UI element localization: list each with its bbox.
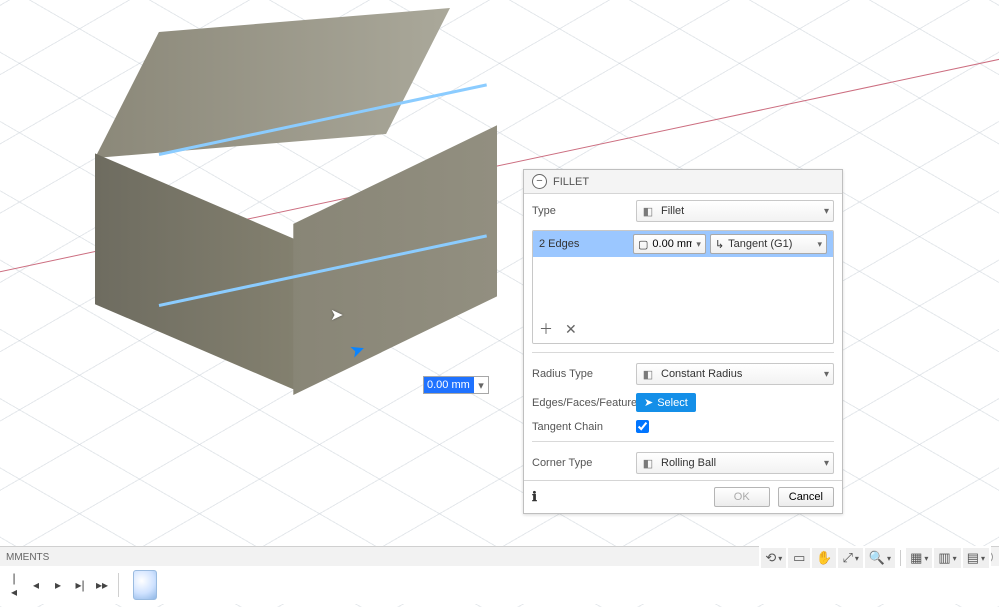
continuity-dropdown[interactable]: ↳ Tangent (G1) ▾ xyxy=(710,234,827,254)
type-value: Fillet xyxy=(661,205,818,217)
dimension-dropdown-icon[interactable]: ▾ xyxy=(474,379,488,392)
add-selection-button[interactable]: ＋ xyxy=(539,319,553,339)
chevron-down-icon: ▾ xyxy=(824,206,829,217)
row-type: Type ◧ Fillet ▾ xyxy=(532,200,834,222)
row-edges-faces: Edges/Faces/Features ➤ Select xyxy=(532,393,834,412)
pointer-icon: ➤ xyxy=(644,396,653,409)
cube-icon: ▢ xyxy=(638,238,648,251)
display-settings-button[interactable]: ▦▾ xyxy=(906,548,932,568)
viewport-layout-button[interactable]: ▤▾ xyxy=(963,548,989,568)
view-toolbar: ⟲▾ ▭ ✋ ⤢▾ 🔍▾ ▦▾ ▥▾ ▤▾ xyxy=(759,546,991,570)
face-top[interactable] xyxy=(95,8,450,158)
select-button[interactable]: ➤ Select xyxy=(636,393,696,412)
cancel-button[interactable]: Cancel xyxy=(778,487,834,507)
radius-input[interactable]: ▢ ▾ xyxy=(633,234,706,254)
label-tangent-chain: Tangent Chain xyxy=(532,421,628,433)
model-box[interactable] xyxy=(40,0,500,400)
divider xyxy=(532,441,834,442)
row-corner-type: Corner Type ◧ Rolling Ball ▾ xyxy=(532,452,834,474)
corner-type-dropdown[interactable]: ◧ Rolling Ball ▾ xyxy=(636,452,834,474)
dialog-title: FILLET xyxy=(553,176,589,188)
face-left[interactable] xyxy=(95,130,295,390)
face-front[interactable] xyxy=(287,105,497,395)
pan-button[interactable]: ✋ xyxy=(812,548,836,568)
grid-settings-button[interactable]: ▥▾ xyxy=(934,548,960,568)
timeline-next-button[interactable]: ▸| xyxy=(70,575,90,595)
radius-type-value: Constant Radius xyxy=(661,368,818,380)
timeline-play-button[interactable]: ▸ xyxy=(48,575,68,595)
timeline: |◂ ◂ ▸ ▸| ▸▸ xyxy=(0,566,999,604)
chevron-down-icon[interactable]: ▾ xyxy=(696,239,701,250)
cursor-icon: ➤ xyxy=(330,305,343,325)
orbit-button[interactable]: ⟲▾ xyxy=(761,548,786,568)
viewport[interactable]: ➤ ➤ xyxy=(0,0,999,607)
selection-row[interactable]: 2 Edges ▢ ▾ ↳ Tangent (G1) ▾ xyxy=(533,231,833,257)
chevron-down-icon: ▾ xyxy=(817,239,822,250)
continuity-icon: ↳ xyxy=(715,238,724,251)
selection-blank-area[interactable] xyxy=(533,257,833,315)
corner-type-value: Rolling Ball xyxy=(661,457,818,469)
dimension-input[interactable]: ▾ xyxy=(423,376,489,394)
divider xyxy=(900,550,901,566)
collapse-button[interactable]: − xyxy=(532,174,547,189)
label-edges-faces: Edges/Faces/Features xyxy=(532,397,628,409)
timeline-end-button[interactable]: ▸▸ xyxy=(92,575,112,595)
type-dropdown[interactable]: ◧ Fillet ▾ xyxy=(636,200,834,222)
row-tangent-chain: Tangent Chain xyxy=(532,420,834,433)
label-corner-type: Corner Type xyxy=(532,457,628,469)
fit-button[interactable]: 🔍▾ xyxy=(865,548,895,568)
fillet-dialog[interactable]: − FILLET Type ◧ Fillet ▾ 2 Edges ▢ ▾ xyxy=(523,169,843,514)
divider xyxy=(118,573,119,597)
dimension-field[interactable] xyxy=(424,377,474,393)
selection-list: 2 Edges ▢ ▾ ↳ Tangent (G1) ▾ ＋ ✕ xyxy=(532,230,834,344)
look-at-button[interactable]: ▭ xyxy=(788,548,810,568)
radius-type-dropdown[interactable]: ◧ Constant Radius ▾ xyxy=(636,363,834,385)
label-radius-type: Radius Type xyxy=(532,368,628,380)
dialog-header[interactable]: − FILLET xyxy=(524,170,842,194)
corner-type-icon: ◧ xyxy=(641,456,655,470)
row-radius-type: Radius Type ◧ Constant Radius ▾ xyxy=(532,363,834,385)
chevron-down-icon: ▾ xyxy=(824,458,829,469)
radius-field[interactable] xyxy=(652,238,692,250)
select-label: Select xyxy=(657,397,688,409)
timeline-prev-button[interactable]: ◂ xyxy=(26,575,46,595)
comments-label: MMENTS xyxy=(6,552,49,563)
remove-selection-button[interactable]: ✕ xyxy=(565,321,577,338)
selection-name: 2 Edges xyxy=(539,238,629,250)
chevron-down-icon: ▾ xyxy=(824,369,829,380)
divider xyxy=(532,352,834,353)
tangent-chain-checkbox[interactable] xyxy=(636,420,649,433)
info-icon[interactable]: ℹ xyxy=(532,489,537,505)
timeline-start-button[interactable]: |◂ xyxy=(4,575,24,595)
zoom-button[interactable]: ⤢▾ xyxy=(838,548,862,568)
label-type: Type xyxy=(532,205,628,217)
fillet-icon: ◧ xyxy=(641,204,655,218)
continuity-value: Tangent (G1) xyxy=(728,238,792,250)
dialog-footer: ℹ OK Cancel xyxy=(524,480,842,513)
timeline-feature-sketch[interactable] xyxy=(133,570,157,600)
radius-type-icon: ◧ xyxy=(641,367,655,381)
ok-button[interactable]: OK xyxy=(714,487,770,507)
